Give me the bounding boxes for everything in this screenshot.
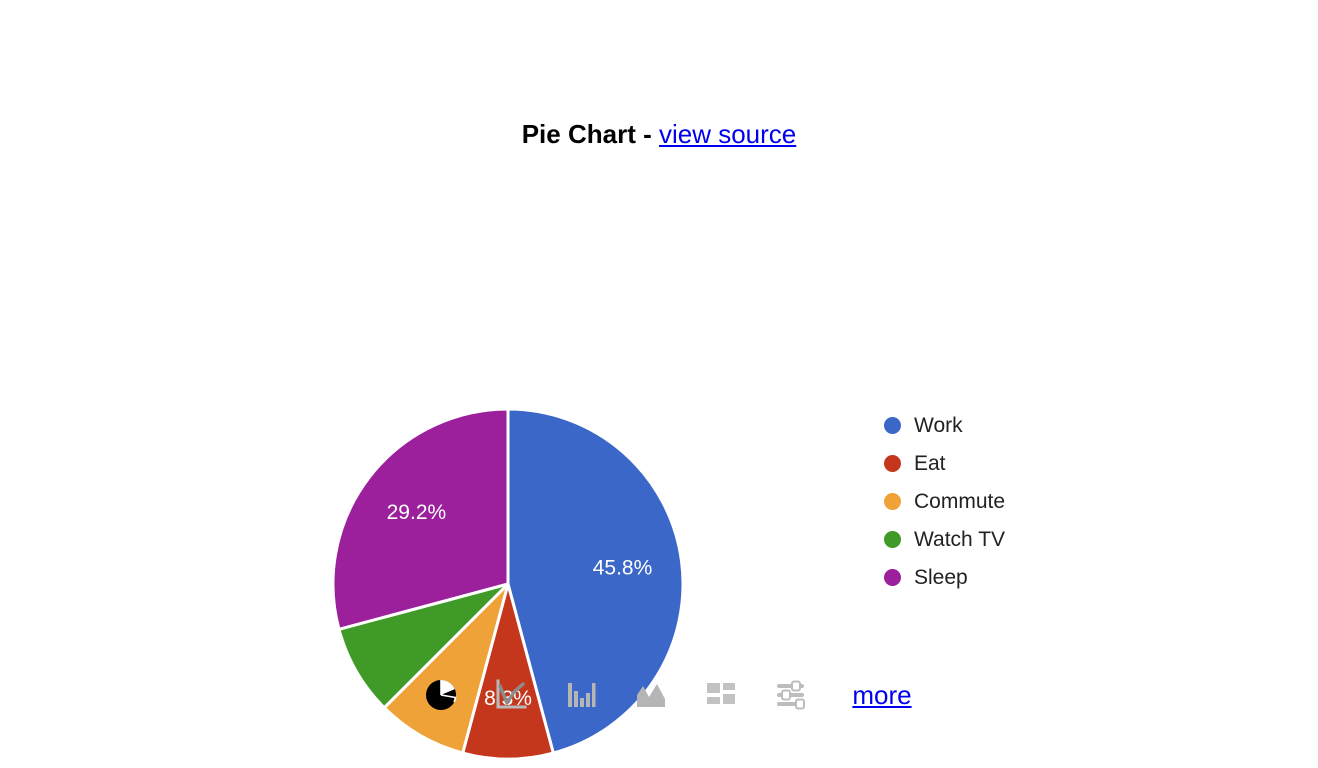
page-title: Pie Chart - view source: [0, 112, 1318, 156]
chart-area: 45.8% 8.3% 29.2% Work Eat Commute Watch TV Sle…: [0, 190, 1318, 761]
legend-item[interactable]: Work: [884, 406, 1144, 444]
legend-item-label: Sleep: [914, 565, 968, 589]
legend-item[interactable]: Commute: [884, 482, 1144, 520]
legend-swatch-icon: [884, 492, 901, 510]
chart-legend: Work Eat Commute Watch TV Sleep: [884, 406, 1144, 596]
legend-swatch-icon: [884, 416, 901, 434]
column-chart-icon[interactable]: [558, 672, 604, 718]
legend-swatch-icon: [884, 568, 901, 586]
table-grid-icon[interactable]: [698, 672, 744, 718]
legend-item[interactable]: Watch TV: [884, 520, 1144, 558]
title-separator: -: [635, 119, 659, 149]
legend-item-label: Watch TV: [914, 527, 1006, 551]
legend-swatch-icon: [884, 530, 901, 548]
page-title-text: Pie Chart: [521, 119, 636, 149]
legend-item[interactable]: Sleep: [884, 558, 1144, 596]
legend-item[interactable]: Eat: [884, 444, 1144, 482]
legend-swatch-icon: [884, 454, 901, 472]
controls-sliders-icon[interactable]: [768, 672, 814, 718]
pie-slice-label: 29.2%: [387, 501, 447, 524]
legend-item-label: Work: [914, 413, 963, 437]
pie-chart-icon[interactable]: [418, 672, 464, 718]
line-chart-icon[interactable]: [488, 672, 534, 718]
view-source-link[interactable]: view source: [659, 119, 796, 149]
more-link[interactable]: more: [852, 672, 911, 718]
chart-type-toolbar: more: [0, 662, 1318, 728]
area-chart-icon[interactable]: [628, 672, 674, 718]
pie-slice-label: 45.8%: [593, 556, 653, 579]
legend-item-label: Commute: [914, 489, 1006, 513]
legend-item-label: Eat: [914, 451, 946, 475]
